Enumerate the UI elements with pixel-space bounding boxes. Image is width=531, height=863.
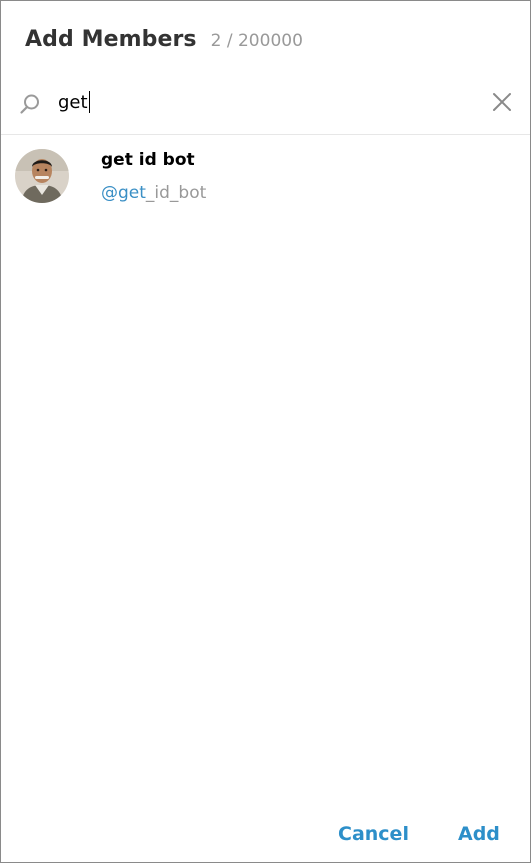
cancel-button[interactable]: Cancel [338, 823, 409, 845]
text-caret [88, 91, 90, 113]
add-members-dialog: Add Members 2 / 200000 get get id bot @g… [0, 0, 531, 863]
avatar [15, 149, 69, 203]
username-match: @get [101, 183, 146, 203]
search-icon [20, 94, 39, 114]
dialog-header: Add Members 2 / 200000 [25, 27, 303, 52]
search-input[interactable]: get [58, 89, 90, 115]
contact-username: @get_id_bot [101, 183, 206, 203]
search-bar: get [1, 79, 530, 135]
dialog-title: Add Members [25, 27, 197, 52]
member-counter: 2 / 200000 [210, 31, 303, 51]
username-rest: _id_bot [145, 183, 207, 203]
contact-name: get id bot [101, 150, 195, 170]
search-input-value: get [58, 91, 88, 113]
close-icon[interactable] [490, 90, 514, 114]
add-button[interactable]: Add [458, 823, 500, 845]
avatar-photo [15, 149, 69, 203]
list-item[interactable]: get id bot @get_id_bot [1, 136, 530, 216]
